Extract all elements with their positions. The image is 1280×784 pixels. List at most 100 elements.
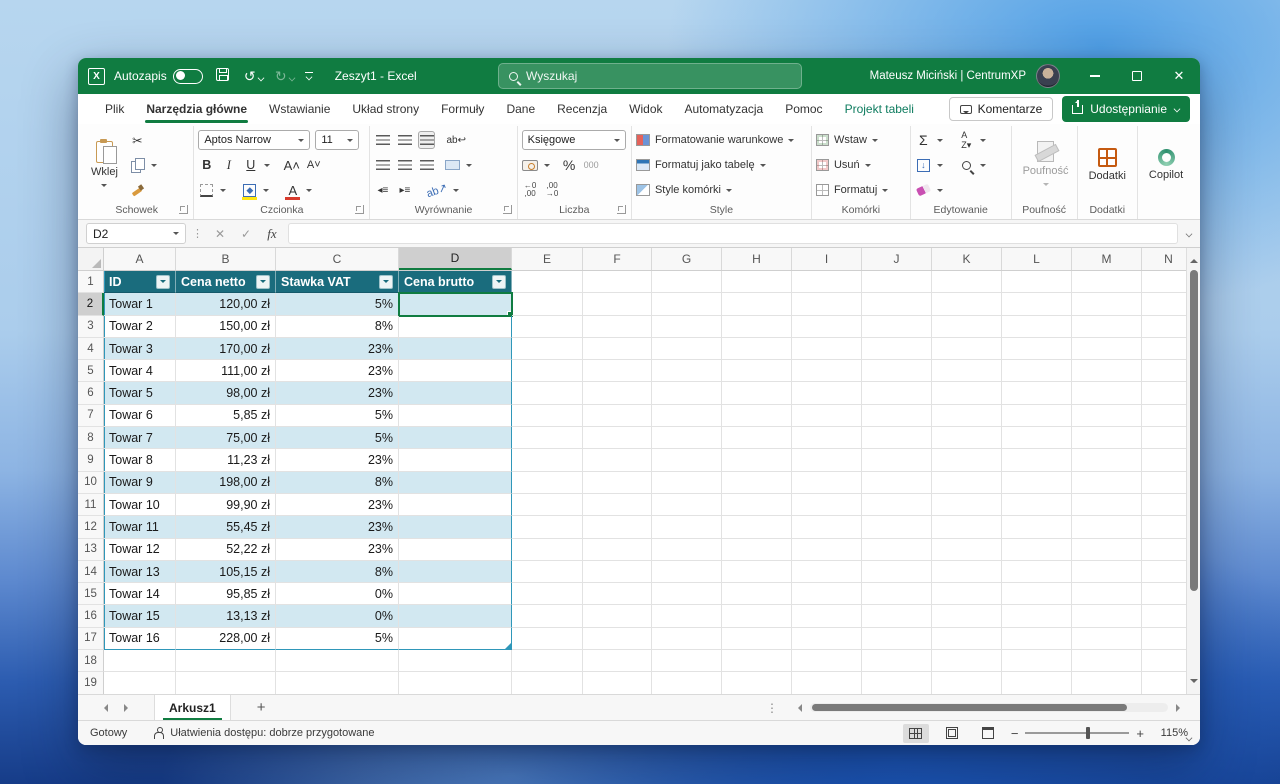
cell-F5[interactable] [583,360,652,382]
cell-J8[interactable] [862,427,932,449]
cell-J15[interactable] [862,583,932,605]
cell-G5[interactable] [652,360,722,382]
sheet-nav-left-icon[interactable] [100,704,108,712]
find-select-button[interactable] [958,156,975,174]
cell-H17[interactable] [722,628,792,650]
cell-F3[interactable] [583,316,652,338]
cell-F9[interactable] [583,449,652,471]
cell-A3[interactable]: Towar 2 [104,316,176,338]
cell-B7[interactable]: 5,85 zł [176,405,276,427]
cell-A9[interactable]: Towar 8 [104,449,176,471]
cell-E17[interactable] [512,628,583,650]
cell-D11[interactable] [399,494,512,516]
cell-E14[interactable] [512,561,583,583]
autosave-toggle[interactable] [173,69,203,84]
delete-cells-button[interactable]: Usuń [816,155,906,175]
cell-D8[interactable] [399,427,512,449]
cell-A14[interactable]: Towar 13 [104,561,176,583]
percent-style-button[interactable]: % [561,156,578,174]
cell-C12[interactable]: 23% [276,516,399,538]
cell-I12[interactable] [792,516,862,538]
column-header-B[interactable]: B [176,248,276,270]
cell-J16[interactable] [862,605,932,627]
cell-E15[interactable] [512,583,583,605]
sheet-tab-arkusz1[interactable]: Arkusz1 [154,695,231,720]
cell-E1[interactable] [512,271,583,293]
tab-widok[interactable]: Widok [618,94,673,124]
cell-K18[interactable] [932,650,1002,672]
cell-F14[interactable] [583,561,652,583]
tab-projekt-tabeli[interactable]: Projekt tabeli [834,94,925,124]
avatar[interactable] [1036,64,1060,88]
cell-F13[interactable] [583,539,652,561]
borders-chevron-icon[interactable] [220,189,226,195]
cell-A10[interactable]: Towar 9 [104,472,176,494]
filter-button-D[interactable] [492,275,506,289]
cell-A6[interactable]: Towar 5 [104,382,176,404]
accessibility-status[interactable]: Ułatwienia dostępu: dobrze przygotowane [153,727,374,739]
cell-J2[interactable] [862,293,932,315]
underline-chevron-icon[interactable] [264,164,270,170]
cell-L18[interactable] [1002,650,1072,672]
cell-A15[interactable]: Towar 14 [104,583,176,605]
minimize-button[interactable] [1074,58,1116,94]
page-break-view-button[interactable] [975,724,1001,743]
row-header-8[interactable]: 8 [78,427,104,449]
cell-C1[interactable]: Stawka VAT [276,271,399,293]
cell-K5[interactable] [932,360,1002,382]
cell-B2[interactable]: 120,00 zł [176,293,276,315]
cell-B14[interactable]: 105,15 zł [176,561,276,583]
cell-I8[interactable] [792,427,862,449]
cell-I7[interactable] [792,405,862,427]
cell-C6[interactable]: 23% [276,382,399,404]
cell-M17[interactable] [1072,628,1142,650]
cell-G4[interactable] [652,338,722,360]
cell-E2[interactable] [512,293,583,315]
number-dialog-launcher[interactable] [617,205,626,214]
row-header-3[interactable]: 3 [78,316,104,338]
column-header-C[interactable]: C [276,248,399,270]
tab-dane[interactable]: Dane [495,94,546,124]
cell-L8[interactable] [1002,427,1072,449]
vertical-scroll-thumb[interactable] [1190,270,1198,591]
cell-H14[interactable] [722,561,792,583]
font-color-chevron-icon[interactable] [306,189,312,195]
cell-M18[interactable] [1072,650,1142,672]
undo-button[interactable]: ↺ [243,68,265,85]
cell-E18[interactable] [512,650,583,672]
cell-G18[interactable] [652,650,722,672]
cell-G3[interactable] [652,316,722,338]
cell-J1[interactable] [862,271,932,293]
tab-automatyzacja[interactable]: Automatyzacja [674,94,775,124]
cell-B17[interactable]: 228,00 zł [176,628,276,650]
number-format-select[interactable]: Księgowe [522,130,626,150]
quick-access-customize-button[interactable] [305,72,313,81]
cell-J4[interactable] [862,338,932,360]
cell-F4[interactable] [583,338,652,360]
tab-wstawianie[interactable]: Wstawianie [258,94,341,124]
comments-button[interactable]: Komentarze [949,97,1054,121]
zoom-slider[interactable] [1025,732,1129,734]
cell-I1[interactable] [792,271,862,293]
cell-M14[interactable] [1072,561,1142,583]
cell-I5[interactable] [792,360,862,382]
cell-E13[interactable] [512,539,583,561]
zoom-level[interactable]: 115% [1154,727,1188,739]
cell-L6[interactable] [1002,382,1072,404]
cell-L19[interactable] [1002,672,1072,694]
cell-I6[interactable] [792,382,862,404]
merge-center-button[interactable] [444,156,461,174]
vertical-scrollbar[interactable] [1186,248,1200,694]
cell-D16[interactable] [399,605,512,627]
cell-I10[interactable] [792,472,862,494]
cell-J18[interactable] [862,650,932,672]
row-header-10[interactable]: 10 [78,472,104,494]
cell-M3[interactable] [1072,316,1142,338]
cell-M10[interactable] [1072,472,1142,494]
autosave-control[interactable]: Autozapis [114,69,203,84]
cell-F2[interactable] [583,293,652,315]
cell-B9[interactable]: 11,23 zł [176,449,276,471]
cell-K19[interactable] [932,672,1002,694]
decrease-indent-button[interactable]: ◂≡ [374,181,391,199]
row-header-14[interactable]: 14 [78,561,104,583]
